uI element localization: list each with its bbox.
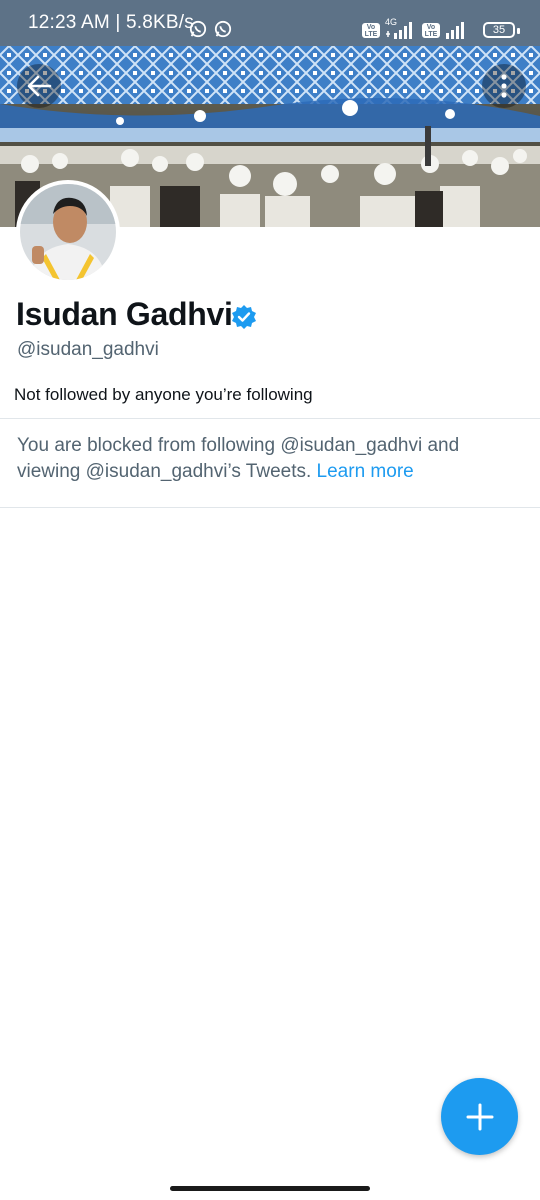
more-options-button[interactable] (482, 64, 526, 108)
battery-icon: 35 (483, 22, 515, 38)
display-name: Isudan Gadhvi (16, 296, 233, 332)
avatar[interactable] (16, 180, 120, 284)
status-bar: 12:23 AM | 5.8KB/s Vo LTE 4G Vo LTE 35 (0, 0, 540, 46)
compose-tweet-button[interactable] (441, 1078, 518, 1155)
verified-badge-icon (232, 305, 256, 329)
plus-icon (466, 1103, 493, 1130)
status-time: 12:23 AM | 5.8KB/s (28, 12, 194, 33)
status-icons: Vo LTE 4G Vo LTE 35 (360, 17, 525, 42)
home-indicator[interactable] (170, 1186, 370, 1191)
whatsapp-icon (214, 20, 232, 38)
avatar-image (20, 184, 116, 280)
learn-more-link[interactable]: Learn more (317, 461, 414, 482)
volte-icon: Vo LTE (362, 23, 380, 38)
battery-tip (517, 28, 520, 34)
back-button[interactable] (17, 64, 61, 108)
followed-by-text: Not followed by anyone you’re following (14, 385, 313, 404)
signal-icon (386, 22, 412, 39)
whatsapp-icon (189, 20, 207, 38)
arrow-left-icon (27, 75, 52, 97)
profile-handle: @isudan_gadhvi (17, 339, 159, 360)
volte-icon-2: Vo LTE (422, 23, 440, 38)
more-vertical-icon (501, 74, 507, 98)
divider (0, 418, 540, 419)
divider (0, 507, 540, 508)
signal-icon (446, 22, 464, 39)
blocked-notice: You are blocked from following @isudan_g… (17, 433, 507, 485)
